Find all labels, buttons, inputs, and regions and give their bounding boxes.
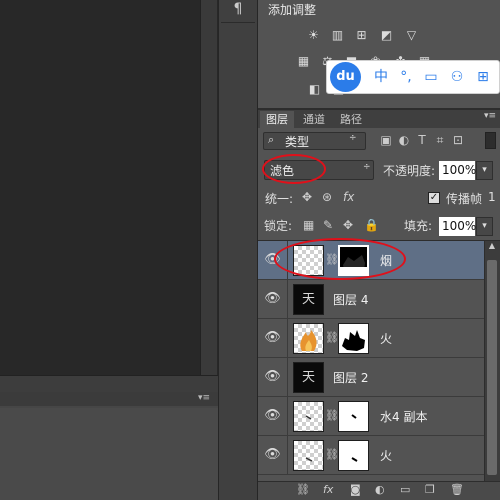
scroll-up-icon[interactable]: ▲: [484, 241, 500, 253]
scrollbar-thumb[interactable]: [487, 260, 497, 475]
vibrance-icon[interactable]: ▦: [296, 54, 311, 69]
layer-thumbnail: [293, 323, 324, 354]
chain-link-icon[interactable]: ⛓: [325, 409, 339, 422]
propagate-frame-value: 1: [488, 190, 496, 204]
fill-label: 填充:: [404, 219, 433, 233]
tab-layers[interactable]: 图层: [260, 111, 294, 128]
brightness-icon[interactable]: ☀: [306, 28, 321, 43]
bottom-panel-header: [0, 392, 218, 406]
unify-visibility-icon[interactable]: ⊛: [322, 190, 332, 204]
eye-icon[interactable]: 👁: [258, 436, 288, 474]
eye-icon[interactable]: 👁: [258, 397, 288, 435]
layers-tab-bar: [258, 110, 500, 128]
shape-filter-icon[interactable]: ⌗: [433, 133, 447, 148]
canvas-scrollbar[interactable]: [200, 0, 217, 375]
layer-name: 图层 4: [333, 293, 369, 307]
layer-name: 水4 副本: [380, 410, 428, 424]
lock-all-icon[interactable]: 🔒: [364, 218, 379, 232]
invert-icon[interactable]: ◧: [307, 82, 322, 97]
type-filter-icon[interactable]: T: [415, 133, 429, 148]
opacity-dropdown-icon[interactable]: ▾: [476, 161, 493, 180]
eye-icon[interactable]: 👁: [258, 280, 288, 318]
layer-name: 火: [380, 449, 393, 463]
fill-dropdown-icon[interactable]: ▾: [476, 217, 493, 236]
panel-menu-icon[interactable]: ▾≡: [484, 111, 496, 121]
layer-thumbnail: [293, 440, 324, 471]
opacity-label: 不透明度:: [383, 164, 436, 178]
annotation-circle: [274, 238, 406, 280]
status-strip: [0, 375, 218, 392]
document-canvas[interactable]: [0, 0, 218, 375]
link-icon[interactable]: ⛓: [296, 483, 310, 496]
group-icon[interactable]: ▭: [400, 483, 410, 496]
search-icon: ⌕: [268, 133, 275, 146]
adjustments-title: 添加调整: [268, 3, 317, 17]
image-filter-icon[interactable]: ▣: [379, 133, 393, 148]
lock-position-icon[interactable]: ✥: [343, 218, 353, 232]
mask-icon[interactable]: ◙: [350, 483, 361, 496]
dock-divider: [221, 22, 255, 23]
user-icon[interactable]: ⚇: [448, 67, 466, 87]
annotation-circle: [262, 154, 326, 184]
adjustment-filter-icon[interactable]: ◐: [397, 133, 411, 148]
lock-pixels-icon[interactable]: ✎: [323, 218, 333, 232]
triangle-icon[interactable]: ▽: [404, 28, 419, 43]
layer-row-layer4[interactable]: 👁 天 图层 4: [258, 280, 484, 319]
pilcrow-icon[interactable]: ¶: [221, 0, 255, 20]
bottom-panel-body: [0, 408, 218, 500]
propagate-frame-checkbox[interactable]: ✓: [428, 192, 440, 204]
layer-thumbnail: [293, 401, 324, 432]
baidu-ime-logo[interactable]: du: [330, 62, 361, 92]
layer-mask-thumbnail[interactable]: [338, 401, 369, 432]
layer-row-fire[interactable]: 👁 ⛓ 火: [258, 319, 484, 358]
layer-row-water4-copy[interactable]: 👁 ⛓ 水4 副本: [258, 397, 484, 436]
layer-thumbnail: 天: [293, 362, 324, 393]
smart-object-filter-icon[interactable]: ⊡: [451, 133, 465, 148]
filter-toggle-switch[interactable]: [485, 132, 496, 149]
layer-filter-label: 类型: [285, 135, 310, 149]
tab-paths[interactable]: 路径: [334, 111, 368, 128]
new-layer-icon[interactable]: ❐: [425, 483, 435, 496]
trash-icon[interactable]: 🗑: [450, 483, 464, 496]
opacity-input[interactable]: 100%: [439, 161, 476, 180]
grid-icon[interactable]: ⊞: [474, 67, 492, 87]
lock-transparency-icon[interactable]: ▦: [303, 218, 314, 232]
layer-mask-thumbnail[interactable]: [338, 440, 369, 471]
exposure-icon[interactable]: ◩: [379, 28, 394, 43]
layer-row-fire-2[interactable]: 👁 ⛓ 火: [258, 436, 484, 475]
chevron-updown-icon: ÷: [349, 133, 357, 143]
chinese-mode-icon[interactable]: 中: [372, 67, 390, 87]
layer-name: 火: [380, 332, 393, 346]
bottom-panel-menu-icon[interactable]: ▾≡: [198, 393, 210, 403]
eye-icon[interactable]: 👁: [258, 358, 288, 396]
layer-name: 图层 2: [333, 371, 369, 385]
keyboard-icon[interactable]: ▭: [422, 67, 440, 87]
curves-icon[interactable]: ⊞: [354, 28, 369, 43]
fx-icon[interactable]: fx: [323, 483, 333, 496]
chain-link-icon[interactable]: ⛓: [325, 448, 339, 461]
unify-label: 统一:: [265, 192, 294, 206]
eye-icon[interactable]: 👁: [258, 319, 288, 357]
unify-style-icon[interactable]: fx: [343, 190, 354, 204]
layer-mask-thumbnail[interactable]: [338, 323, 369, 354]
fill-input[interactable]: 100%: [439, 217, 476, 236]
chain-link-icon[interactable]: ⛓: [325, 331, 339, 344]
panel-dock: [218, 0, 258, 500]
tab-channels[interactable]: 通道: [297, 111, 331, 128]
chevron-updown-icon: ÷: [363, 162, 371, 172]
propagate-frame-label: 传播帧: [446, 192, 483, 206]
adjustment-icon[interactable]: ◐: [375, 483, 385, 496]
layer-thumbnail: 天: [293, 284, 324, 315]
lock-label: 锁定:: [264, 219, 293, 233]
layer-row-layer2[interactable]: 👁 天 图层 2: [258, 358, 484, 397]
punctuation-icon[interactable]: °,: [398, 67, 414, 87]
unify-position-icon[interactable]: ✥: [302, 190, 312, 204]
levels-icon[interactable]: ▥: [330, 28, 345, 43]
